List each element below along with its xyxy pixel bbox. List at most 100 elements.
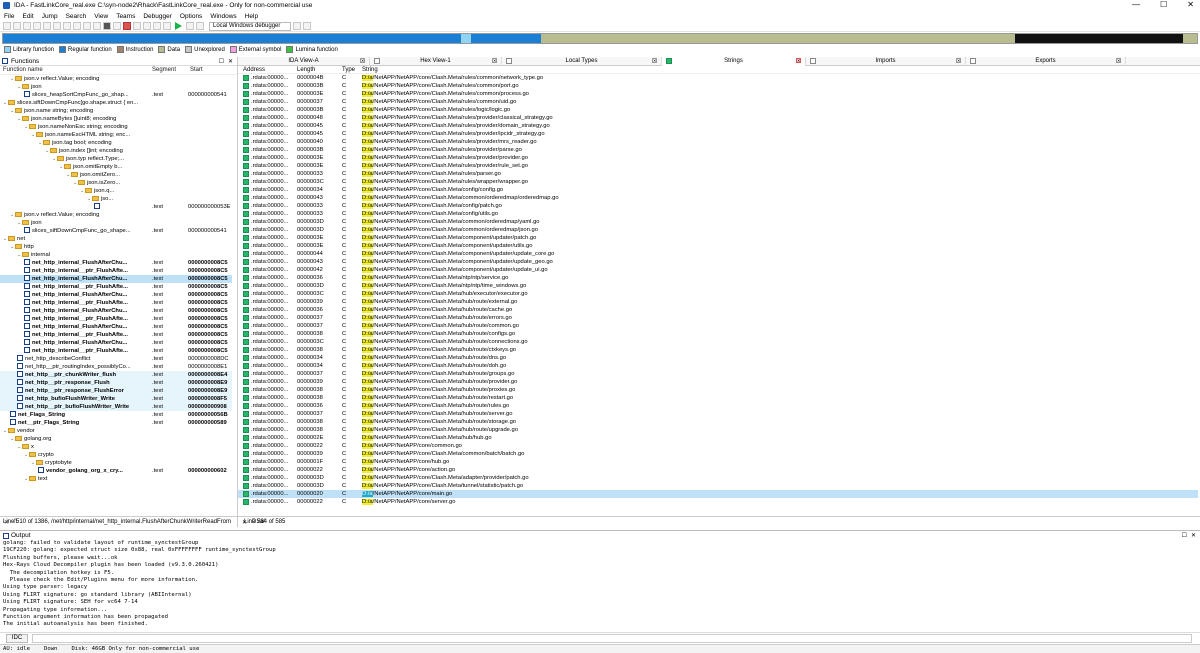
menu-file[interactable]: File [4,13,14,20]
close-tab-icon[interactable]: ✕ [492,57,497,63]
function-row[interactable]: net_http__ptr_routingIndex_possiblyCo...… [0,363,232,371]
data-icon[interactable] [83,22,91,30]
function-row[interactable]: net_http_internal__ptr_FlushAfte... .text… [0,331,232,339]
string-row[interactable]: .rdata:00000... 00000043 C D:/a/NetAPP/NetA… [238,194,1198,202]
string-row[interactable]: .rdata:00000... 0000003E C D:/a/NetAPP/NetA… [238,234,1198,242]
menu-search[interactable]: Search [66,13,87,20]
string-row[interactable]: .rdata:00000... 00000038 C D:/a/NetAPP/NetA… [238,330,1198,338]
hex-icon[interactable] [63,22,71,30]
string-row[interactable]: .rdata:00000... 00000040 C D:/a/NetAPP/NetA… [238,138,1198,146]
string-row[interactable]: .rdata:00000... 0000003D C D:/a/NetAPP/NetA… [238,226,1198,234]
stop-icon[interactable] [123,22,131,30]
string-row[interactable]: .rdata:00000... 00000038 C D:/a/NetAPP/NetA… [238,418,1198,426]
string-row[interactable]: .rdata:00000... 0000003C C D:/a/NetAPP/NetA… [238,290,1198,298]
function-folder-row[interactable]: ⌄ json.omitZero... [0,171,232,179]
float-panel-icon[interactable]: ☐ [1182,532,1187,539]
string-row[interactable]: .rdata:00000... 00000039 C D:/a/NetAPP/NetA… [238,298,1198,306]
string-row[interactable]: .rdata:00000... 0000003E C D:/a/NetAPP/NetA… [238,162,1198,170]
function-folder-row[interactable]: ⌄ json.nameNonEsc string; encoding [0,123,232,131]
function-row[interactable]: net_http_internal__ptr_FlushAfte... .text… [0,299,232,307]
debugger-select[interactable]: Local Windows debugger [209,21,291,31]
function-folder-row[interactable]: ⌄ json.q... [0,187,232,195]
function-row[interactable]: net_http_internal__ptr_FlushAfte... .text… [0,347,232,355]
function-row[interactable]: net_http_internal_FlushAfterChu... .text 0… [0,275,232,283]
function-row[interactable]: slices_siftDownCmpFunc_go_shape... .text 0… [0,227,232,235]
code-icon[interactable] [103,22,111,30]
open-file-icon[interactable] [3,22,11,30]
close-tab-icon[interactable]: ✕ [956,57,961,63]
tab-exports[interactable]: Exports ✕ [966,56,1126,66]
struct-icon[interactable] [93,22,101,30]
string-row[interactable]: .rdata:00000... 0000003B C D:/a/NetAPP/NetA… [238,146,1198,154]
function-folder-row[interactable]: ⌄ json.index []int; encoding [0,147,232,155]
attach-icon[interactable] [303,22,311,30]
function-row[interactable]: net_http_internal__ptr_FlushAfte... .text… [0,283,232,291]
menu-options[interactable]: Options [180,13,202,20]
function-folder-row[interactable]: ⌄ json.nameEscHTML string; enc... [0,131,232,139]
function-row[interactable]: net__ptr_Flags_String .text 000000000589 [0,419,232,427]
float-panel-icon[interactable]: ☐ [219,58,224,65]
function-folder-row[interactable]: ⌄ http [0,243,232,251]
function-folder-row[interactable]: ⌄ json.tag bool; encoding [0,139,232,147]
string-row[interactable]: .rdata:00000... 0000003D C D:/a/NetAPP/NetA… [238,474,1198,482]
function-folder-row[interactable]: ⌄ jso... [0,195,232,203]
debugger-options-icon[interactable] [293,22,301,30]
function-folder-row[interactable]: ⌄ slices.siftDownCmpFunc[go.shape.struct … [0,99,232,107]
function-row[interactable]: net_http__ptr_chunkWriter_flush .text 0000… [0,371,232,379]
close-panel-icon[interactable]: ✕ [228,58,233,65]
string-row[interactable]: .rdata:00000... 0000003D C D:/a/NetAPP/NetA… [238,282,1198,290]
string-row[interactable]: .rdata:00000... 00000022 C D:/a/NetAPP/NetA… [238,498,1198,505]
string-row[interactable]: .rdata:00000... 0000002E C D:/a/NetAPP/NetA… [238,434,1198,442]
tab-local-types[interactable]: Local Types ✕ [502,56,662,66]
string-row[interactable]: .rdata:00000... 00000036 C D:/a/NetAPP/NetA… [238,306,1198,314]
breakpoint-icon[interactable] [153,22,161,30]
string-row[interactable]: .rdata:00000... 00000038 C D:/a/NetAPP/NetA… [238,346,1198,354]
string-row[interactable]: .rdata:00000... 00000037 C D:/a/NetAPP/NetA… [238,314,1198,322]
tab-imports[interactable]: Imports ✕ [806,56,966,66]
string-row[interactable]: .rdata:00000... 00000022 C D:/a/NetAPP/NetA… [238,442,1198,450]
string-row[interactable]: .rdata:00000... 00000042 C D:/a/NetAPP/NetA… [238,266,1198,274]
string-row[interactable]: .rdata:00000... 00000033 C D:/a/NetAPP/NetA… [238,210,1198,218]
function-folder-row[interactable]: ⌄ json.isZero... [0,179,232,187]
function-folder-row[interactable]: ⌄ json.nameBytes []uint8; encoding [0,115,232,123]
col-start[interactable]: Start [190,67,203,73]
close-panel-icon[interactable]: ✕ [1191,532,1196,539]
string-row[interactable]: .rdata:00000... 00000034 C D:/a/NetAPP/NetA… [238,354,1198,362]
function-row[interactable]: net_http__ptr_bufioFlushWriter_Write .tex… [0,403,232,411]
close-tab-icon[interactable]: ✕ [1116,57,1121,63]
close-tab-icon[interactable]: ✕ [360,57,365,63]
menu-view[interactable]: View [94,13,108,20]
function-row[interactable]: net_http_internal_FlushAfterChu... .text 0… [0,291,232,299]
string-row[interactable]: .rdata:00000... 0000003E C D:/a/NetAPP/NetA… [238,154,1198,162]
string-row[interactable]: .rdata:00000... 00000037 C D:/a/NetAPP/NetA… [238,410,1198,418]
menu-help[interactable]: Help [245,13,258,20]
string-row[interactable]: .rdata:00000... 00000037 C D:/a/NetAPP/NetA… [238,98,1198,106]
function-folder-row[interactable]: ⌄ x [0,443,232,451]
string-row[interactable]: .rdata:00000... 00000020 C D:/a/NetAPP/NetA… [238,490,1198,498]
save-icon[interactable] [13,22,21,30]
string-row[interactable]: .rdata:00000... 00000034 C D:/a/NetAPP/NetA… [238,362,1198,370]
maximize-button[interactable]: ☐ [1160,0,1167,10]
string-row[interactable]: .rdata:00000... 00000036 C D:/a/NetAPP/NetA… [238,274,1198,282]
function-row[interactable]: net_Flags_String .text 00000000056B [0,411,232,419]
search-icon[interactable] [53,22,61,30]
string-row[interactable]: .rdata:00000... 0000003B C D:/a/NetAPP/NetA… [238,82,1198,90]
graph-icon[interactable] [133,22,141,30]
string-row[interactable]: .rdata:00000... 0000003D C D:/a/NetAPP/NetA… [238,482,1198,490]
close-tab-icon[interactable]: ✕ [796,57,801,63]
string-row[interactable]: .rdata:00000... 00000039 C D:/a/NetAPP/NetA… [238,450,1198,458]
menu-edit[interactable]: Edit [22,13,33,20]
string-row[interactable]: .rdata:00000... 00000044 C D:/a/NetAPP/NetA… [238,250,1198,258]
stop-debugger-icon[interactable] [196,22,204,30]
function-folder-row[interactable]: ⌄ text [0,475,232,483]
tab-ida-view-a[interactable]: IDA View-A ✕ [238,56,370,66]
col-address[interactable]: Address [243,67,265,73]
output-log[interactable]: golang: failed to validate layout of run… [0,540,1200,626]
function-folder-row[interactable]: ⌄ json.v reflect.Value; encoding [0,75,232,83]
string-row[interactable]: .rdata:00000... 0000003C C D:/a/NetAPP/NetA… [238,178,1198,186]
proximity-icon[interactable] [143,22,151,30]
menu-teams[interactable]: Teams [116,13,135,20]
string-row[interactable]: .rdata:00000... 00000037 C D:/a/NetAPP/NetA… [238,322,1198,330]
forward-arrow-icon[interactable] [33,22,41,30]
menu-debugger[interactable]: Debugger [143,13,172,20]
